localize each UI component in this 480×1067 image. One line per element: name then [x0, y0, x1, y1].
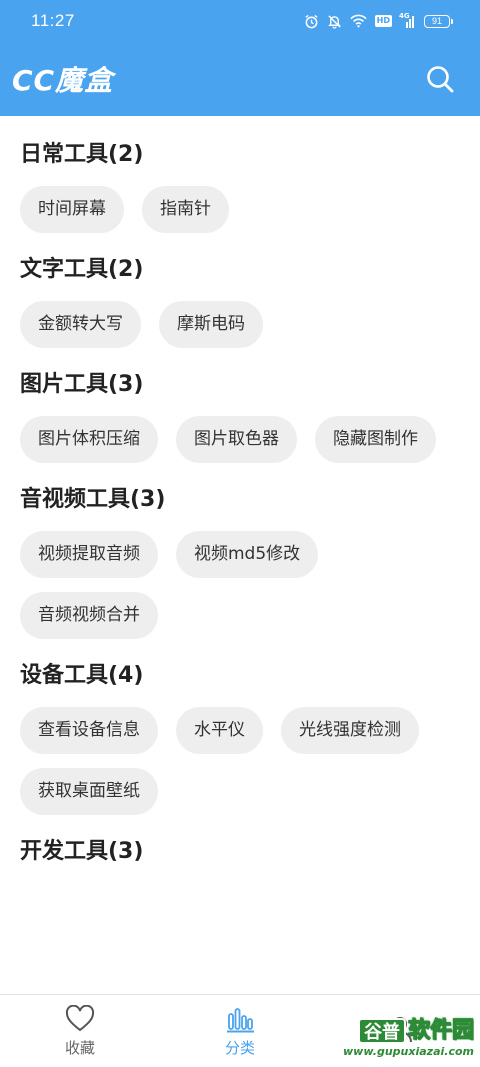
status-icons: HD 4G 91	[304, 12, 453, 29]
section-image-tools: 图片工具(3) 图片体积压缩 图片取色器 隐藏图制作	[20, 370, 460, 463]
tool-chip-wallpaper[interactable]: 获取桌面壁纸	[20, 768, 158, 815]
nav-label: 分类	[224, 1038, 255, 1057]
tool-chip-extract-audio[interactable]: 视频提取音频	[20, 531, 158, 578]
section-title: 日常工具(2)	[20, 142, 144, 167]
tool-chips: 时间屏幕 指南针	[20, 186, 460, 233]
tool-chip-amount-uppercase[interactable]: 金额转大写	[20, 301, 141, 348]
category-list[interactable]: 日常工具(2) 时间屏幕 指南针 文字工具(2) 金额转大写 摩斯电码 图片工具…	[0, 116, 480, 994]
alarm-icon	[305, 14, 318, 28]
bottom-nav: 收藏 分类	[0, 994, 480, 1067]
section-title: 图片工具(3)	[20, 372, 144, 397]
heart-icon	[65, 1004, 95, 1031]
tool-chip-level[interactable]: 水平仪	[176, 707, 263, 754]
tool-chip-merge-av[interactable]: 音频视频合并	[20, 592, 158, 639]
section-title: 文字工具(2)	[20, 257, 144, 282]
hd-badge: HD	[374, 15, 392, 27]
app-header: CC魔盒	[0, 42, 480, 116]
section-title: 设备工具(4)	[20, 663, 144, 688]
status-time: 11:27	[31, 11, 75, 30]
section-title: 开发工具(3)	[20, 839, 144, 864]
tool-chips: 图片体积压缩 图片取色器 隐藏图制作	[20, 416, 460, 463]
tool-chips: 查看设备信息 水平仪 光线强度检测 获取桌面壁纸	[20, 707, 460, 815]
bar-chart-icon	[227, 1007, 254, 1032]
section-daily-tools: 日常工具(2) 时间屏幕 指南针	[20, 140, 460, 233]
tool-chip-image-compress[interactable]: 图片体积压缩	[20, 416, 158, 463]
app-title: CC魔盒	[12, 64, 114, 97]
cell-signal-icon: 4G	[399, 12, 416, 28]
tool-chips: 视频提取音频 视频md5修改 音频视频合并	[20, 531, 460, 639]
battery-icon: 91	[424, 14, 453, 28]
nav-categories[interactable]: 分类	[160, 995, 320, 1067]
status-bar: 11:27 HD 4G 91	[0, 0, 480, 42]
network-type: 4G	[399, 12, 410, 20]
tool-chip-morse-code[interactable]: 摩斯电码	[159, 301, 263, 348]
section-text-tools: 文字工具(2) 金额转大写 摩斯电码	[20, 255, 460, 348]
section-av-tools: 音视频工具(3) 视频提取音频 视频md5修改 音频视频合并	[20, 485, 460, 639]
battery-level: 91	[431, 16, 442, 26]
nav-label: 收藏	[64, 1038, 95, 1057]
search-icon	[427, 66, 454, 93]
mute-bell-icon	[327, 14, 341, 29]
section-device-tools: 设备工具(4) 查看设备信息 水平仪 光线强度检测 获取桌面壁纸	[20, 661, 460, 815]
tool-chip-time-screen[interactable]: 时间屏幕	[20, 186, 124, 233]
nav-profile[interactable]	[320, 995, 480, 1067]
nav-favorites[interactable]: 收藏	[0, 995, 160, 1067]
app-screen: 11:27 HD 4G 91 CC魔盒 日常工具(2) 时间屏幕 指南针 文字工…	[0, 0, 480, 1067]
tool-chip-color-picker[interactable]: 图片取色器	[176, 416, 297, 463]
section-title: 音视频工具(3)	[20, 487, 166, 512]
section-dev-tools: 开发工具(3)	[20, 837, 460, 867]
tool-chip-device-info[interactable]: 查看设备信息	[20, 707, 158, 754]
tool-chip-compass[interactable]: 指南针	[142, 186, 229, 233]
tool-chip-hidden-image[interactable]: 隐藏图制作	[315, 416, 436, 463]
search-button[interactable]	[420, 59, 460, 99]
person-icon	[388, 1017, 412, 1043]
tool-chips: 金额转大写 摩斯电码	[20, 301, 460, 348]
wifi-icon	[350, 14, 367, 28]
tool-chip-video-md5[interactable]: 视频md5修改	[176, 531, 319, 578]
tool-chip-light-sensor[interactable]: 光线强度检测	[281, 707, 419, 754]
